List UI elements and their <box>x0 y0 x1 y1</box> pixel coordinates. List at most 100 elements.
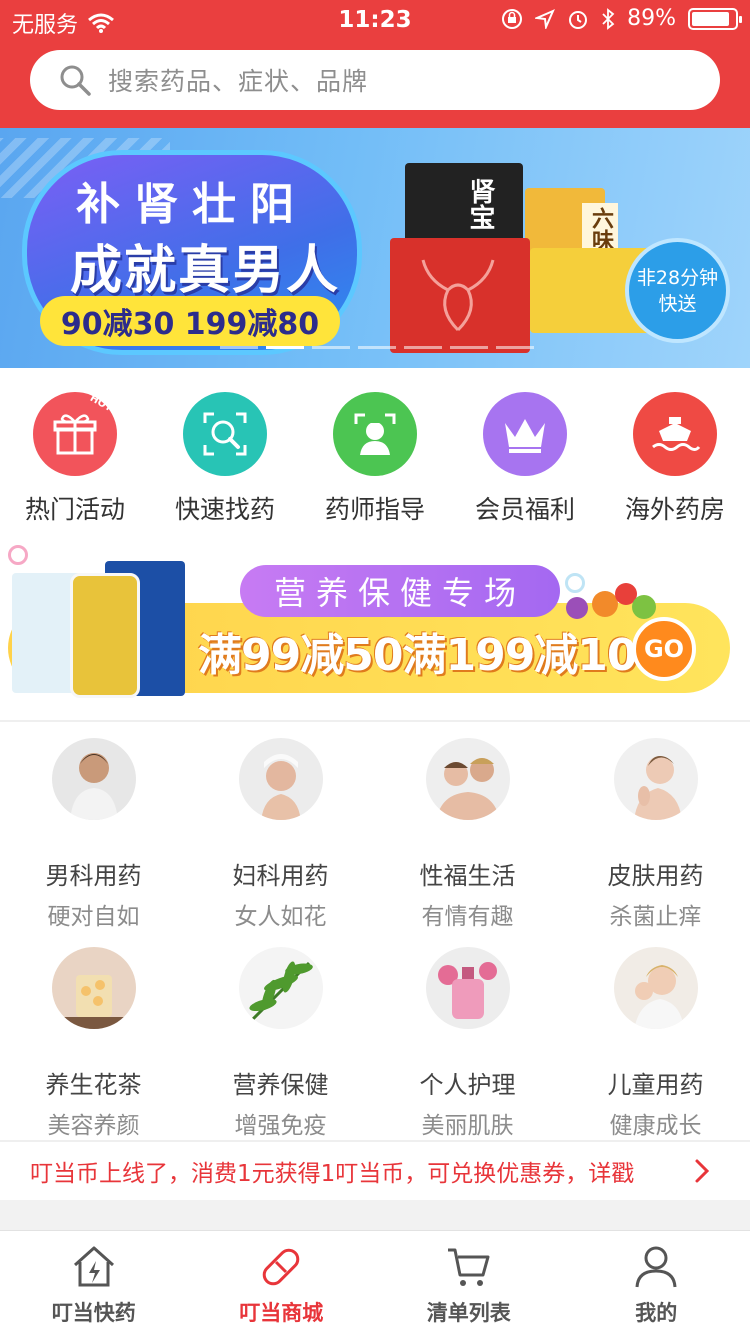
chevron-right-icon <box>695 1159 710 1183</box>
search-input[interactable]: 搜索药品、症状、品牌 <box>30 50 720 110</box>
category-title: 儿童用药 <box>607 1071 704 1099</box>
pill-icon <box>262 1248 300 1286</box>
tab-label: 我的 <box>635 1301 678 1325</box>
category-subtitle: 美容养颜 <box>47 1113 140 1139</box>
couple-photo <box>425 738 510 820</box>
menu-item-member-benefits[interactable]: 会员福利 <box>450 368 600 538</box>
gift-icon: HOT <box>33 392 117 476</box>
category-subtitle: 健康成长 <box>609 1113 702 1139</box>
decoration-ring <box>565 573 585 593</box>
menu-item-hot-activity[interactable]: HOT 热门活动 <box>0 368 150 538</box>
menu-item-label: 药师指导 <box>324 495 425 524</box>
tab-label: 叮当商城 <box>239 1301 324 1325</box>
decoration-ring <box>8 545 28 565</box>
category-herbal-tea[interactable]: 养生花茶 美容养颜 <box>0 931 187 1140</box>
hero-banner[interactable]: 补肾壮阳 成就真男人 90减30 199减80 肾宝 六味 非28分钟 快送 <box>0 128 750 368</box>
category-title: 养生花茶 <box>45 1071 142 1099</box>
delivery-badge-line2: 快送 <box>658 292 697 315</box>
tab-quick-delivery[interactable]: 叮当快药 <box>0 1231 188 1334</box>
cart-icon <box>447 1248 490 1286</box>
category-title: 男科用药 <box>45 862 142 890</box>
carousel-dot <box>496 346 534 349</box>
status-right: 89% <box>501 6 742 31</box>
category-subtitle: 女人如花 <box>234 904 327 930</box>
go-button[interactable]: GO <box>632 617 696 681</box>
rotation-lock-icon <box>502 8 523 29</box>
menu-item-label: 海外药房 <box>624 495 725 524</box>
search-placeholder: 搜索药品、症状、品牌 <box>108 67 369 96</box>
category-children-medicine[interactable]: 儿童用药 健康成长 <box>562 931 749 1140</box>
crown-icon <box>483 392 567 476</box>
tab-label: 清单列表 <box>426 1301 511 1325</box>
battery-fill <box>692 11 729 26</box>
tab-me[interactable]: 我的 <box>563 1231 750 1334</box>
carousel-dot <box>312 346 350 349</box>
promo-offer: 满99减50满199减100 <box>198 630 667 681</box>
product-bottle-vitamin-e <box>70 573 140 698</box>
carousel-dot <box>450 346 488 349</box>
carousel-indicator <box>220 346 534 349</box>
carousel-dot <box>220 346 258 349</box>
banner-line-2: 成就真男人 <box>70 241 341 301</box>
menu-item-label: 热门活动 <box>24 495 125 524</box>
banner-line-1: 补肾壮阳 <box>76 179 308 230</box>
search-icon <box>60 65 91 96</box>
home-bolt-icon <box>73 1246 114 1287</box>
category-subtitle: 美丽肌肤 <box>421 1113 514 1139</box>
deer-icon <box>421 259 495 332</box>
category-title: 营养保健 <box>232 1071 329 1099</box>
status-bar: 无服务 11:23 89% <box>0 0 750 40</box>
category-subtitle: 增强免疫 <box>234 1113 327 1139</box>
child-photo <box>613 947 698 1029</box>
skin-photo <box>613 738 698 820</box>
woman-photo <box>238 738 323 820</box>
category-womens-health[interactable]: 妇科用药 女人如花 <box>187 722 374 931</box>
tab-bar: 叮当快药 叮当商城 清单列表 我的 <box>0 1230 750 1334</box>
category-subtitle: 杀菌止痒 <box>609 904 702 930</box>
man-photo <box>51 738 136 820</box>
perfume-photo <box>425 947 510 1029</box>
carousel-dot <box>404 346 442 349</box>
banner-promo: 90减30 199减80 <box>40 296 340 346</box>
leaf-photo <box>238 947 323 1029</box>
category-subtitle: 硬对自如 <box>47 904 140 930</box>
promo-tag: 营养保健专场 <box>240 565 560 617</box>
category-personal-care[interactable]: 个人护理 美丽肌肤 <box>374 931 561 1140</box>
category-skin-care[interactable]: 皮肤用药 杀菌止痒 <box>562 722 749 931</box>
category-grid: 男科用药 硬对自如 妇科用药 女人如花 性福生活 有情有趣 皮肤用药 杀菌止痒 … <box>0 722 750 1140</box>
category-subtitle: 有情有趣 <box>421 904 514 930</box>
tab-mall[interactable]: 叮当商城 <box>188 1231 376 1334</box>
menu-item-label: 会员福利 <box>474 495 575 524</box>
battery-icon <box>688 7 742 30</box>
delivery-badge-line1: 非28分钟 <box>636 266 719 289</box>
notice-text: 叮当币上线了，消费1元获得1叮当币，可兑换优惠券，详戳 <box>30 1161 635 1187</box>
category-mens-health[interactable]: 男科用药 硬对自如 <box>0 722 187 931</box>
category-intimate-life[interactable]: 性福生活 有情有趣 <box>374 722 561 931</box>
category-title: 妇科用药 <box>232 862 329 890</box>
quick-menu: HOT 热门活动 快速找药 药师指导 会员福利 海外药房 <box>0 368 750 538</box>
nutrition-promo-banner[interactable]: 营养保健专场 满99减50满199减100 GO <box>0 543 750 718</box>
ship-icon <box>633 392 717 476</box>
menu-item-quick-find[interactable]: 快速找药 <box>150 368 300 538</box>
coin-notice[interactable]: 叮当币上线了，消费1元获得1叮当币，可兑换优惠券，详戳 <box>0 1142 750 1200</box>
tab-shopping-list[interactable]: 清单列表 <box>375 1231 563 1334</box>
app-header: 无服务 11:23 89% 搜索药品、症状、品牌 <box>0 0 750 128</box>
menu-item-overseas-pharmacy[interactable]: 海外药房 <box>600 368 750 538</box>
category-title: 性福生活 <box>419 862 516 890</box>
section-gap <box>0 1200 750 1230</box>
menu-item-pharmacist[interactable]: 药师指导 <box>300 368 450 538</box>
fruit-decoration <box>566 597 588 619</box>
product-box-label: 肾宝 <box>465 178 495 230</box>
pharmacist-icon <box>333 392 417 476</box>
location-icon <box>535 8 556 29</box>
user-icon <box>635 1246 677 1288</box>
fruit-decoration <box>632 595 656 619</box>
category-title: 个人护理 <box>419 1071 516 1099</box>
category-nutrition[interactable]: 营养保健 增强免疫 <box>187 931 374 1140</box>
carousel-dot <box>358 346 396 349</box>
scan-search-icon <box>183 392 267 476</box>
category-title: 皮肤用药 <box>607 862 704 890</box>
delivery-badge: 非28分钟 快送 <box>625 238 730 343</box>
product-box-red <box>390 238 530 353</box>
battery-percent: 89% <box>627 6 676 31</box>
